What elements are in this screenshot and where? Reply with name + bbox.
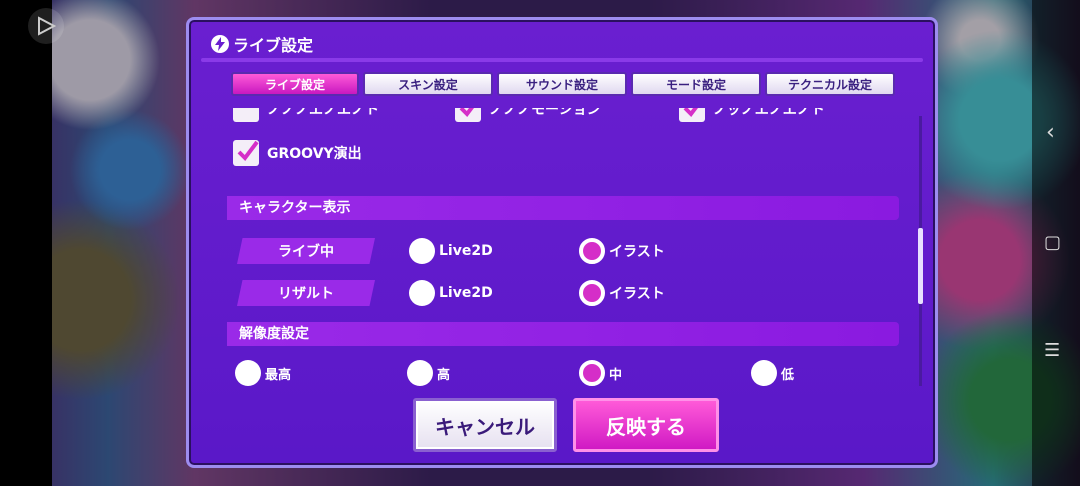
checkbox-label: ノノノモーション [489, 108, 601, 118]
checkbox-label: ノッノエノエノト [713, 108, 825, 118]
radio-dot-selected[interactable] [579, 280, 605, 306]
radio-dot[interactable] [407, 360, 433, 386]
title-divider [201, 58, 923, 62]
result-live2d-radio[interactable]: Live2D [409, 280, 493, 306]
radio-dot[interactable] [409, 238, 435, 264]
apply-button[interactable]: 反映する [573, 398, 719, 452]
home-icon[interactable]: ▢ [1044, 232, 1061, 253]
radio-dot[interactable] [409, 280, 435, 306]
radio-label: イラスト [609, 244, 665, 260]
live-illust-radio[interactable]: イラスト [579, 238, 665, 264]
back-icon[interactable]: ‹ [1046, 120, 1055, 145]
groovy-label: GROOVY演出 [267, 146, 362, 162]
radio-label: 中 [609, 367, 623, 383]
checkbox-unchecked[interactable] [233, 108, 259, 122]
live-settings-dialog: ライブ設定 ライブ設定 スキン設定 サウンド設定 モード設定 テクニカル設定 ノ… [186, 17, 938, 468]
radio-label: イラスト [609, 286, 665, 302]
radio-label: Live2D [439, 285, 493, 301]
groovy-checkbox-item[interactable]: GROOVY演出 [233, 140, 362, 166]
live-row-label: ライブ中 [237, 238, 375, 264]
tab-mode-settings[interactable]: モード設定 [631, 72, 761, 96]
radio-dot-selected[interactable] [579, 238, 605, 264]
play-icon[interactable] [28, 8, 64, 44]
tab-sound-settings[interactable]: サウンド設定 [497, 72, 627, 96]
result-row-label: リザルト [237, 280, 375, 306]
settings-scroll-area[interactable]: ノノノエノエノト ノノノモーション ノッノエノエノト GROOVY演出 キャラク… [227, 108, 907, 390]
checkbox-item[interactable]: ノノノモーション [455, 108, 601, 122]
lightning-icon [211, 35, 229, 53]
groovy-checkbox[interactable] [233, 140, 259, 166]
tab-technical-settings[interactable]: テクニカル設定 [765, 72, 895, 96]
radio-label: 低 [781, 367, 795, 383]
radio-dot-selected[interactable] [579, 360, 605, 386]
menu-icon[interactable]: ☰ [1044, 340, 1060, 361]
radio-dot[interactable] [751, 360, 777, 386]
checkbox-item[interactable]: ノノノエノエノト [233, 108, 379, 122]
left-edge [0, 0, 52, 486]
radio-dot[interactable] [235, 360, 261, 386]
live-live2d-radio[interactable]: Live2D [409, 238, 493, 264]
checkbox-item[interactable]: ノッノエノエノト [679, 108, 825, 122]
radio-label: Live2D [439, 243, 493, 259]
checkbox-checked[interactable] [455, 108, 481, 122]
resolution-high-radio[interactable]: 高 [407, 360, 450, 386]
checkbox-label: ノノノエノエノト [267, 108, 379, 118]
radio-label: 最高 [265, 367, 292, 383]
tab-bar: ライブ設定 スキン設定 サウンド設定 モード設定 テクニカル設定 [231, 72, 895, 96]
character-display-header: キャラクター表示 [227, 196, 899, 220]
tab-skin-settings[interactable]: スキン設定 [363, 72, 493, 96]
cancel-button[interactable]: キャンセル [413, 398, 557, 452]
resolution-highest-radio[interactable]: 最高 [235, 360, 291, 386]
checkbox-checked[interactable] [679, 108, 705, 122]
radio-label: 高 [437, 367, 451, 383]
tab-live-settings[interactable]: ライブ設定 [231, 72, 359, 96]
result-illust-radio[interactable]: イラスト [579, 280, 665, 306]
scrollbar-thumb[interactable] [918, 228, 923, 304]
dialog-title-text: ライブ設定 [233, 36, 314, 55]
resolution-low-radio[interactable]: 低 [751, 360, 794, 386]
resolution-medium-radio[interactable]: 中 [579, 360, 622, 386]
resolution-header: 解像度設定 [227, 322, 899, 346]
dialog-title: ライブ設定 [211, 32, 313, 56]
